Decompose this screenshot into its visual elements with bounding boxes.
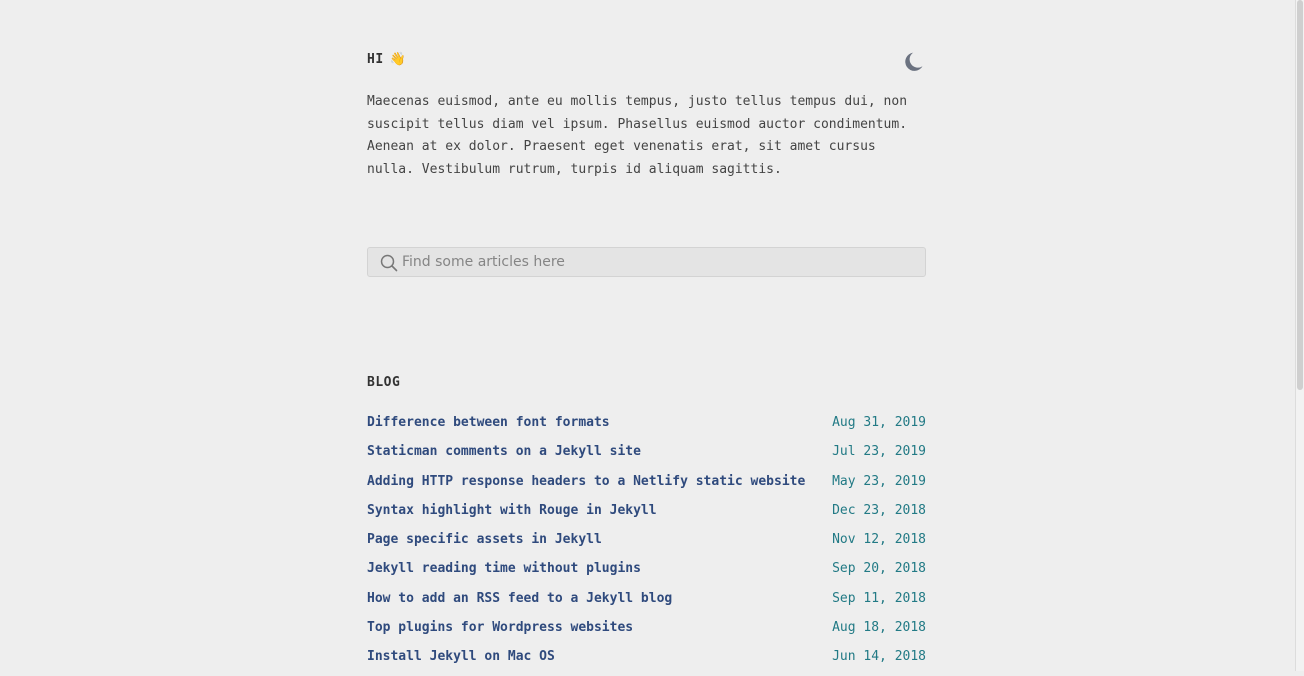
post-item: Staticman comments on a Jekyll site Jul … bbox=[367, 441, 926, 470]
moon-icon bbox=[905, 52, 923, 71]
post-title-link[interactable]: Adding HTTP response headers to a Netlif… bbox=[367, 474, 805, 489]
search-box[interactable] bbox=[367, 247, 926, 277]
search-input[interactable] bbox=[402, 248, 912, 276]
post-date: Sep 20, 2018 bbox=[832, 561, 926, 577]
post-date: Jun 14, 2018 bbox=[832, 649, 926, 665]
post-item: Top plugins for Wordpress websites Aug 1… bbox=[367, 617, 926, 646]
post-date: Aug 31, 2019 bbox=[832, 415, 926, 430]
greeting-title: HI 👋 bbox=[367, 52, 406, 67]
scrollbar-thumb[interactable] bbox=[1297, 0, 1303, 390]
post-item: Adding HTTP response headers to a Netlif… bbox=[367, 471, 926, 500]
page-header: HI 👋 bbox=[367, 50, 926, 80]
post-item: Page specific assets in Jekyll Nov 12, 2… bbox=[367, 529, 926, 558]
theme-toggle-button[interactable] bbox=[902, 50, 926, 74]
search-icon bbox=[380, 254, 398, 272]
post-title-link[interactable]: Syntax highlight with Rouge in Jekyll bbox=[367, 503, 657, 518]
intro-paragraph: Maecenas euismod, ante eu mollis tempus,… bbox=[367, 94, 908, 177]
page-scrollbar[interactable] bbox=[1295, 0, 1304, 671]
post-date: May 23, 2019 bbox=[832, 473, 926, 489]
wave-emoji: 👋 bbox=[389, 52, 407, 67]
post-item: Syntax highlight with Rouge in Jekyll De… bbox=[367, 500, 926, 529]
post-item: Jekyll reading time without plugins Sep … bbox=[367, 558, 926, 587]
greeting-text: HI bbox=[367, 52, 384, 67]
post-title-link[interactable]: Staticman comments on a Jekyll site bbox=[367, 444, 641, 459]
post-date: Sep 11, 2018 bbox=[832, 590, 926, 606]
post-item: How to add an RSS feed to a Jekyll blog … bbox=[367, 588, 926, 617]
post-title-link[interactable]: Page specific assets in Jekyll bbox=[367, 532, 602, 547]
post-date: Nov 12, 2018 bbox=[832, 532, 926, 548]
post-title-link[interactable]: How to add an RSS feed to a Jekyll blog bbox=[367, 591, 672, 606]
post-list: Difference between font formats Aug 31, … bbox=[367, 412, 926, 676]
post-item: Difference between font formats Aug 31, … bbox=[367, 412, 926, 441]
post-title-link[interactable]: Difference between font formats bbox=[367, 415, 610, 430]
post-date: Dec 23, 2018 bbox=[832, 502, 926, 518]
post-date: Aug 18, 2018 bbox=[832, 620, 926, 636]
post-date: Jul 23, 2019 bbox=[832, 444, 926, 460]
post-title-link[interactable]: Top plugins for Wordpress websites bbox=[367, 620, 633, 635]
post-title-link[interactable]: Jekyll reading time without plugins bbox=[367, 561, 641, 576]
blog-heading: BLOG bbox=[367, 375, 401, 390]
post-title-link[interactable]: Install Jekyll on Mac OS bbox=[367, 649, 555, 664]
post-item: Install Jekyll on Mac OS Jun 14, 2018 bbox=[367, 646, 926, 675]
